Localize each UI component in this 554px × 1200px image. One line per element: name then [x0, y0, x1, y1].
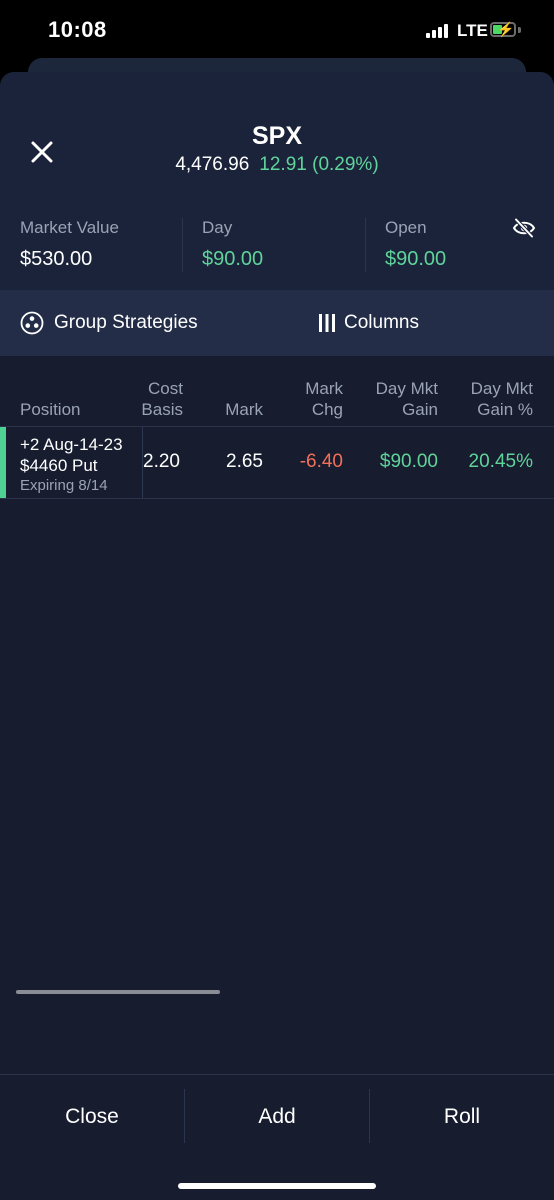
signal-icon: [426, 24, 450, 38]
open-value: $90.00: [385, 248, 447, 270]
open-stat: Open $90.00: [385, 218, 446, 271]
position-cell: +2 Aug-14-23 $4460 Put Expiring 8/14: [20, 434, 123, 495]
header-mark[interactable]: Mark: [200, 399, 263, 420]
last-price: 4,476.96: [175, 154, 250, 175]
quote-header: SPX 4,476.96 12.91 (0.29%) Market Value $…: [0, 72, 554, 290]
table-row[interactable]: +2 Aug-14-23 $4460 Put Expiring 8/14 2.2…: [0, 427, 554, 498]
eye-off-icon[interactable]: [512, 218, 536, 238]
cost-basis-cell: 2.20: [143, 451, 180, 472]
battery-icon: ⚡: [490, 21, 516, 37]
position-accent-bar: [0, 427, 6, 498]
day-mkt-gain-cell: $90.00: [379, 451, 438, 472]
open-label: Open: [385, 218, 427, 237]
group-strategies-label: Group Strategies: [54, 312, 198, 333]
price-change: 12.91 (0.29%): [259, 154, 379, 175]
day-value: $90.00: [202, 248, 264, 270]
symbol-title: SPX: [251, 122, 303, 150]
market-value: $530.00: [20, 248, 93, 270]
columns-button[interactable]: Columns: [318, 290, 419, 356]
columns-icon: [319, 314, 335, 332]
action-bar: Close Add Roll: [0, 1074, 554, 1200]
positions-toolbar: Group Strategies Columns: [0, 290, 554, 356]
row-separator: [0, 498, 554, 499]
market-value-label: Market Value: [20, 218, 119, 237]
position-expiry: Expiring 8/14: [20, 477, 108, 494]
position-detail-sheet: SPX 4,476.96 12.91 (0.29%) Market Value $…: [0, 72, 554, 1200]
header-cost-basis-line2: Basis: [141, 400, 183, 419]
day-mkt-gain-pct-cell: 20.45%: [468, 451, 533, 472]
status-bar: 10:08 LTE ⚡: [0, 0, 554, 60]
mark-cell: 2.65: [226, 451, 263, 472]
battery-nub: [518, 27, 521, 33]
header-position[interactable]: Position: [20, 399, 80, 420]
stat-divider: [182, 218, 183, 272]
day-stat: Day $90.00: [202, 218, 263, 271]
add-button[interactable]: Add: [185, 1075, 369, 1159]
horizontal-scrollbar[interactable]: [16, 990, 220, 994]
strategies-icon: [20, 311, 44, 335]
network-type: LTE: [457, 21, 488, 40]
header-day-mkt-gain-pct-line1: Day Mkt: [470, 379, 533, 398]
status-time: 10:08: [48, 17, 107, 42]
home-indicator[interactable]: [178, 1183, 376, 1189]
position-strike: $4460 Put: [20, 456, 98, 475]
group-strategies-button[interactable]: Group Strategies: [20, 290, 198, 356]
header-mark-chg[interactable]: Mark Chg: [273, 378, 343, 420]
position-contract: +2 Aug-14-23: [20, 435, 123, 454]
columns-label: Columns: [344, 312, 419, 333]
close-position-button[interactable]: Close: [0, 1075, 184, 1159]
header-day-mkt-gain-pct[interactable]: Day Mkt Gain %: [448, 378, 533, 420]
header-day-mkt-gain-line1: Day Mkt: [375, 379, 438, 398]
header-day-mkt-gain-line2: Gain: [402, 400, 438, 419]
header-cost-basis-line1: Cost: [148, 379, 183, 398]
stat-divider: [365, 218, 366, 272]
charging-bolt-icon: ⚡: [497, 21, 515, 37]
roll-button[interactable]: Roll: [370, 1075, 554, 1159]
day-label: Day: [202, 218, 233, 237]
header-mark-chg-line1: Mark: [305, 379, 343, 398]
market-value-stat: Market Value $530.00: [20, 218, 119, 271]
quote-line: 4,476.96 12.91 (0.29%): [0, 154, 554, 176]
header-mark-chg-line2: Chg: [311, 400, 343, 419]
header-day-mkt-gain[interactable]: Day Mkt Gain: [353, 378, 438, 420]
mark-chg-cell: -6.40: [299, 451, 343, 472]
header-cost-basis[interactable]: Cost Basis: [130, 378, 183, 420]
header-day-mkt-gain-pct-line2: Gain %: [477, 400, 533, 419]
